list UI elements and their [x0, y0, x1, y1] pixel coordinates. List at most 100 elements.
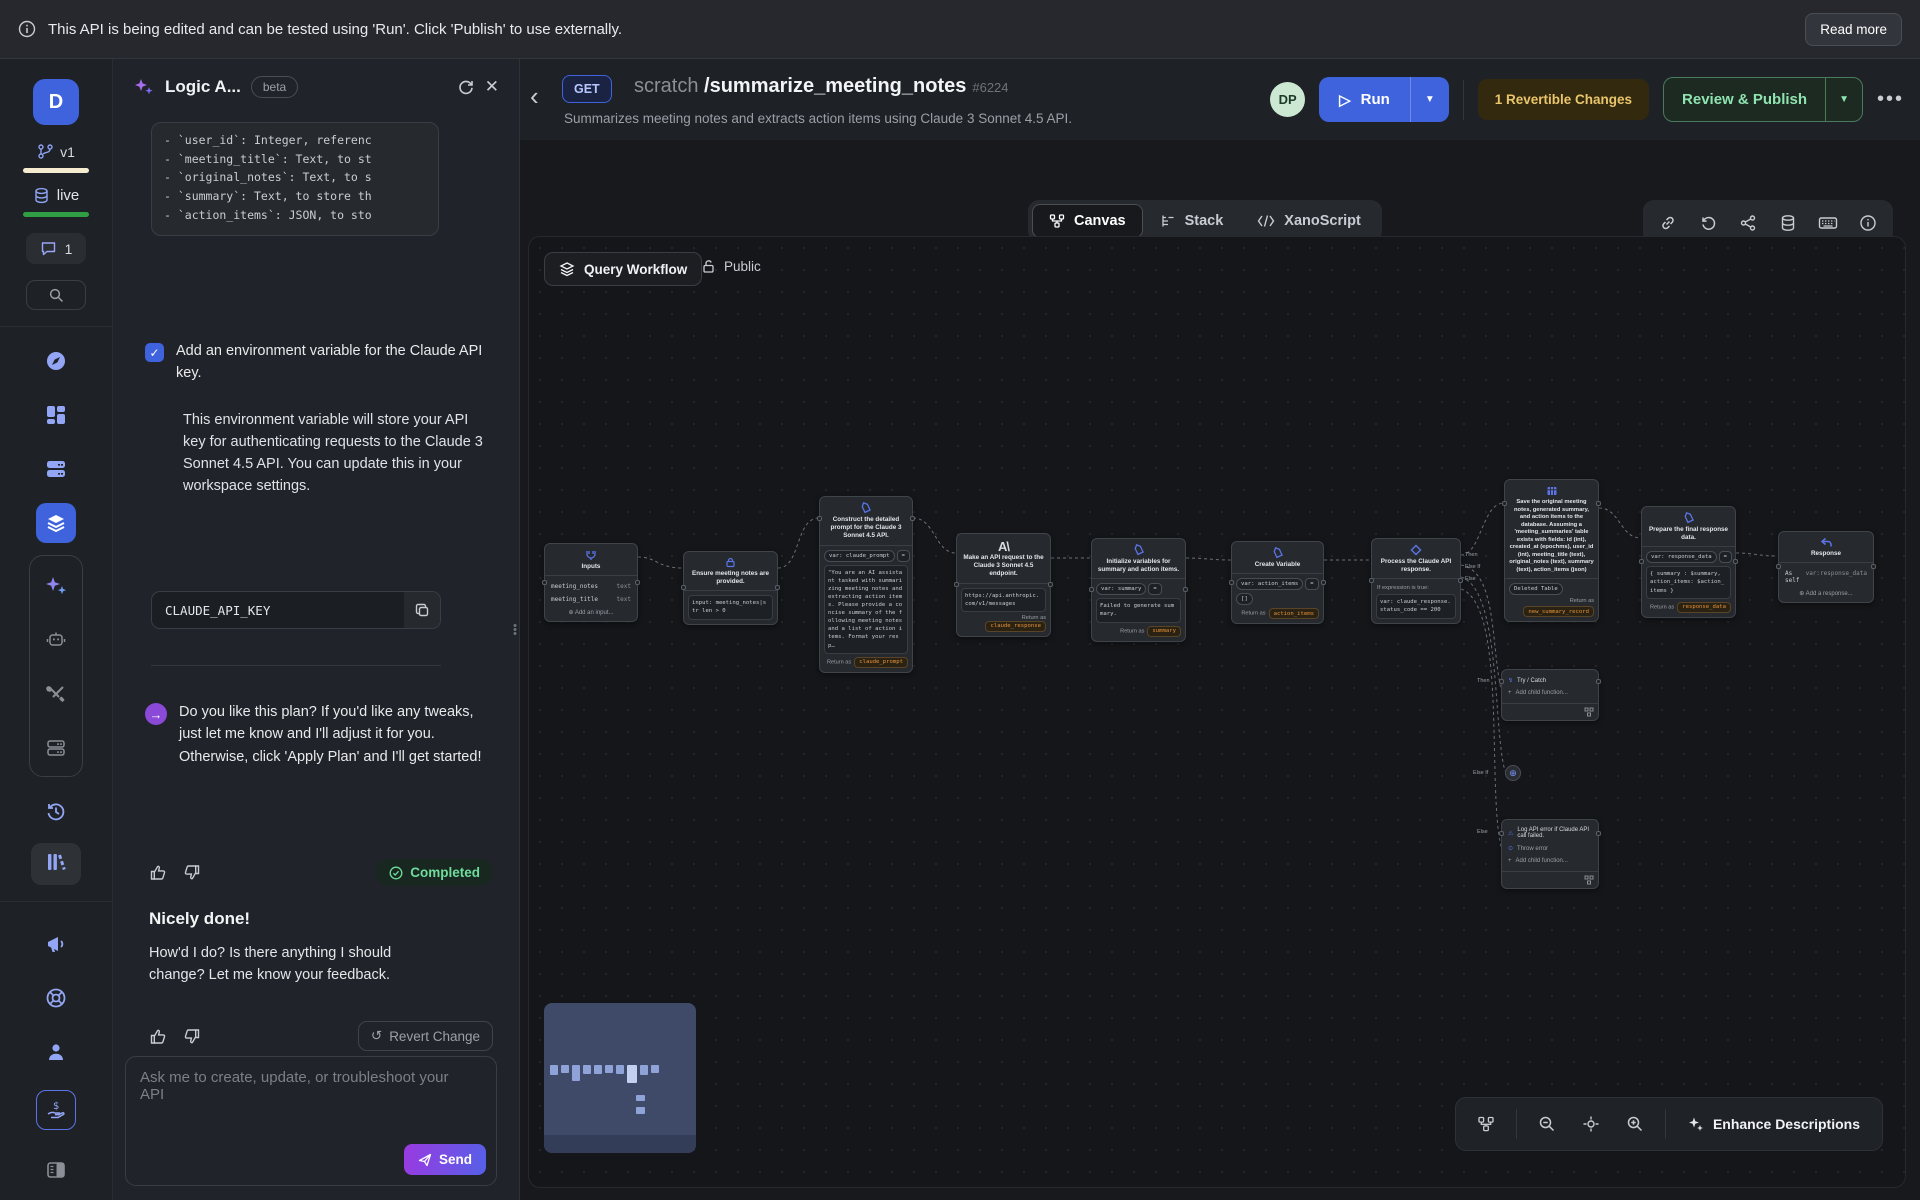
panel-resize-handle[interactable]: ••• — [513, 624, 517, 636]
sidebar-divider — [0, 326, 113, 327]
input-name: meeting_title — [551, 596, 598, 603]
node-create-prompt[interactable]: Construct the detailed prompt for the Cl… — [819, 496, 913, 673]
node-response[interactable]: Response As selfvar:response_data ⊕ Add … — [1778, 531, 1874, 603]
plan-step-label: Add an environment variable for the Clau… — [176, 341, 493, 385]
tab-stack-label: Stack — [1185, 213, 1224, 229]
zoom-in-icon[interactable] — [1615, 1104, 1655, 1144]
visibility-toggle[interactable]: Public — [701, 259, 761, 274]
sidebar-item-announcements[interactable] — [36, 924, 76, 964]
code-line: - `summary`: Text, to store th — [164, 187, 438, 206]
thumbs-down-icon[interactable] — [182, 1027, 201, 1046]
canvas-minimap[interactable] — [544, 1003, 696, 1153]
plan-step-checkbox[interactable]: ✓ — [145, 343, 164, 362]
lock-icon — [688, 557, 773, 568]
sidebar-item-history[interactable] — [36, 791, 76, 831]
revertible-changes-badge[interactable]: 1 Revertible Changes — [1478, 79, 1649, 120]
workflow-canvas[interactable]: Query Workflow Public Inputs meeting_not… — [528, 236, 1906, 1188]
collapse-sidebar-button[interactable] — [36, 1150, 76, 1190]
api-group: scratch — [634, 75, 698, 97]
review-publish-button[interactable]: Review & Publish ▼ — [1663, 77, 1863, 122]
node-create-variable[interactable]: Create Variable var: action_items = [] R… — [1231, 541, 1324, 624]
node-prepare-response[interactable]: Prepare the final response data. var: re… — [1641, 506, 1736, 618]
branch-label: v1 — [60, 144, 75, 160]
more-options-icon[interactable]: ••• — [1877, 88, 1904, 111]
read-more-button[interactable]: Read more — [1805, 13, 1902, 46]
fit-view-icon[interactable] — [1571, 1104, 1611, 1144]
node-inputs[interactable]: Inputs meeting_notestext meeting_titlete… — [544, 543, 638, 622]
deleted-table-pill: Deleted Table — [1509, 583, 1563, 595]
search-button[interactable] — [26, 280, 86, 310]
revert-change-button[interactable]: ↺ Revert Change — [358, 1021, 493, 1051]
close-icon[interactable]: ✕ — [485, 77, 499, 97]
sidebar-item-billing[interactable]: $ — [36, 1090, 76, 1130]
query-workflow-button[interactable]: Query Workflow — [544, 252, 702, 286]
assistant-divider — [151, 665, 441, 666]
sidebar-item-explore[interactable] — [36, 341, 76, 381]
assistant-input[interactable] — [140, 1069, 470, 1139]
input-type: text — [617, 583, 631, 590]
avatar[interactable]: DP — [1270, 82, 1305, 117]
thumbs-down-icon[interactable] — [182, 863, 201, 882]
node-process-response[interactable]: Process the Claude API response. If expr… — [1371, 538, 1461, 624]
code-line: - `action_items`: JSON, to sto — [164, 206, 438, 225]
publish-dropdown-caret[interactable]: ▼ — [1826, 94, 1862, 105]
refresh-icon[interactable] — [457, 78, 475, 96]
run-button[interactable]: ▷ Run ▼ — [1319, 77, 1449, 122]
sidebar-item-support[interactable] — [36, 978, 76, 1018]
var-pill: var: action_items — [1236, 578, 1303, 590]
history-icon — [44, 799, 68, 823]
add-input-button[interactable]: ⊕ Add an input... — [549, 606, 633, 617]
workspace-logo[interactable]: D — [33, 79, 79, 125]
node-code: var: claude_response.status_code == 200 — [1376, 594, 1456, 618]
sidebar-item-agents[interactable] — [36, 620, 76, 660]
input-name: meeting_notes — [551, 583, 598, 590]
sidebar-item-account[interactable] — [36, 1032, 76, 1072]
add-child-function-button[interactable]: + Add child function... — [1506, 687, 1594, 699]
tab-xanoscript[interactable]: XanoScript — [1240, 204, 1378, 238]
comments-button[interactable]: 1 — [26, 233, 87, 264]
sidebar-item-middleware[interactable] — [36, 728, 76, 768]
tab-stack[interactable]: Stack — [1143, 204, 1241, 238]
layout-tree-icon[interactable] — [1466, 1104, 1506, 1144]
node-title: Initialize variables for summary and act… — [1096, 558, 1181, 574]
node-title: Create Variable — [1236, 561, 1319, 569]
anthropic-logo-icon: A\ — [998, 539, 1009, 554]
sidebar-item-tools[interactable] — [36, 674, 76, 714]
node-try-catch[interactable]: ↯ Try / Catch + Add child function... — [1501, 669, 1599, 721]
copy-button[interactable] — [404, 592, 440, 628]
thumbs-up-icon[interactable] — [149, 1027, 168, 1046]
add-response-button[interactable]: ⊕ Add a response... — [1783, 587, 1869, 598]
var-pill: var: claude_prompt — [824, 550, 895, 562]
node-code: Failed to generate summary. — [1096, 598, 1181, 622]
node-save-database[interactable]: Save the original meeting notes, generat… — [1504, 479, 1599, 622]
thumbs-up-icon[interactable] — [149, 863, 168, 882]
panel-icon — [44, 1158, 68, 1182]
node-log-error[interactable]: ⚠ Log API error if Claude API call faile… — [1501, 819, 1599, 889]
sidebar-item-library[interactable] — [31, 843, 81, 885]
tab-canvas[interactable]: Canvas — [1032, 204, 1143, 238]
zoom-out-icon[interactable] — [1527, 1104, 1567, 1144]
enhance-descriptions-button[interactable]: Enhance Descriptions — [1676, 1116, 1872, 1132]
tag-icon — [1096, 544, 1181, 556]
code-line: - `meeting_title`: Text, to st — [164, 150, 438, 169]
node-precondition[interactable]: Ensure meeting notes are provided. input… — [683, 551, 778, 625]
throw-error-row[interactable]: ⊙ Throw error — [1506, 842, 1594, 855]
back-chevron-icon[interactable]: ‹ — [530, 81, 539, 112]
branch-selector[interactable]: v1 — [37, 143, 75, 160]
node-init-summary[interactable]: Initialize variables for summary and act… — [1091, 538, 1186, 642]
sidebar-item-database[interactable] — [36, 449, 76, 489]
node-title: Inputs — [549, 563, 633, 571]
diamond-icon — [1376, 544, 1456, 556]
sidebar-item-dashboard[interactable] — [36, 395, 76, 435]
add-elseif-button[interactable]: ⊕ — [1505, 765, 1521, 781]
sidebar-item-ai-assistant[interactable] — [36, 566, 76, 606]
sidebar-item-api[interactable] — [36, 503, 76, 543]
node-api-request[interactable]: A\ Make an API request to the Claude 3 S… — [956, 533, 1051, 637]
add-child-function-button[interactable]: + Add child function... — [1506, 855, 1594, 867]
compass-icon — [44, 349, 68, 373]
run-dropdown-caret[interactable]: ▼ — [1411, 94, 1449, 105]
node-footer — [1502, 703, 1598, 720]
send-button[interactable]: Send — [404, 1144, 486, 1175]
warning-icon: ⚠ — [1508, 830, 1513, 837]
environment-selector[interactable]: live — [33, 187, 80, 204]
